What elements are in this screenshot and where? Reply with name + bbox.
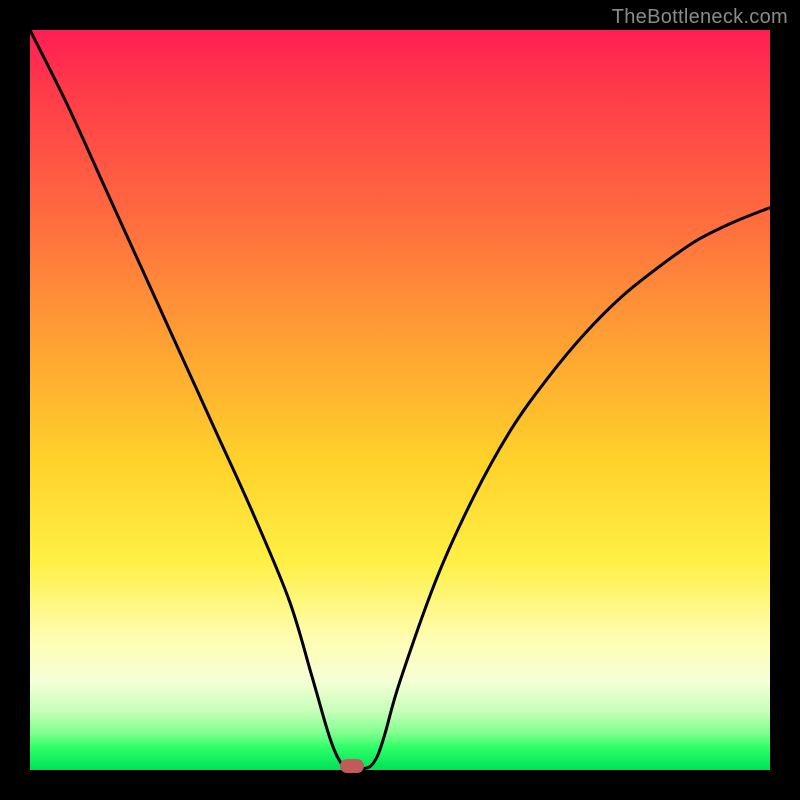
- optimum-marker: [340, 759, 364, 773]
- curve-svg: [30, 30, 770, 770]
- watermark-text: TheBottleneck.com: [612, 6, 788, 29]
- chart-frame: TheBottleneck.com: [0, 0, 800, 800]
- bottleneck-curve: [30, 30, 770, 769]
